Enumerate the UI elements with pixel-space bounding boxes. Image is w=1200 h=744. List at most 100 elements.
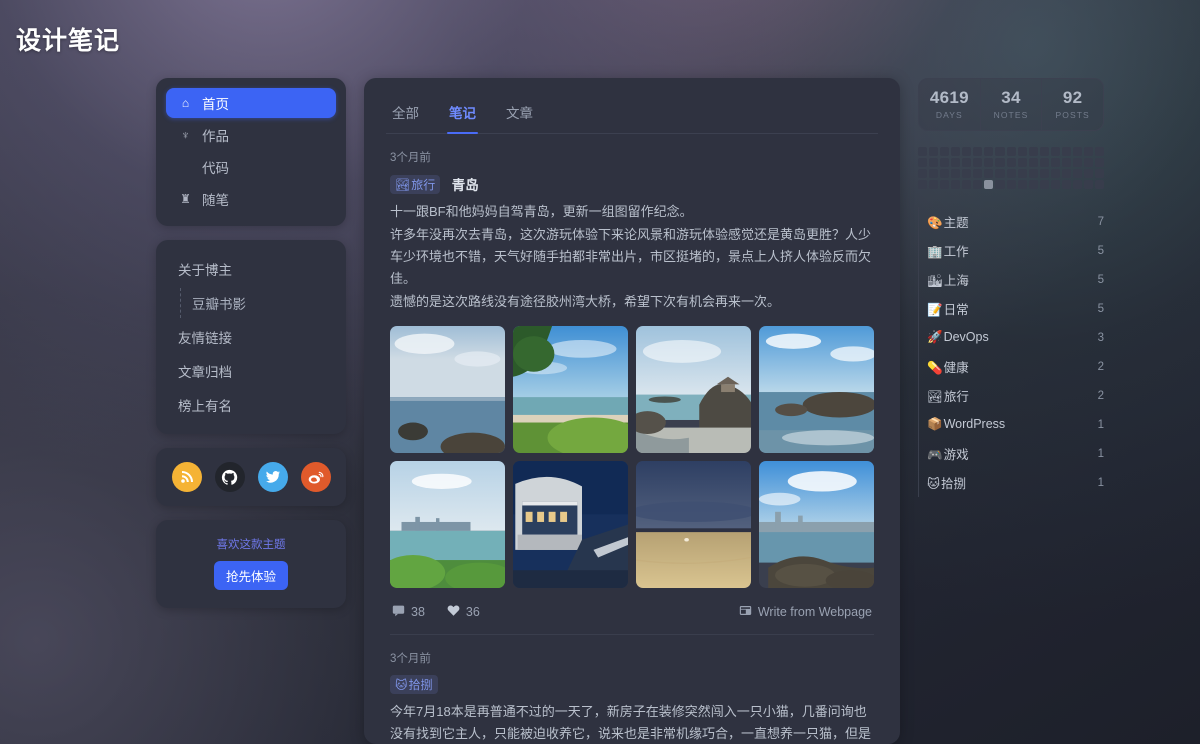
heatmap-cell[interactable] <box>995 180 1005 190</box>
heatmap-cell[interactable] <box>1072 169 1082 179</box>
heatmap-cell[interactable] <box>1050 147 1060 157</box>
sidebar-item-0[interactable]: ⌂ 首页 <box>166 88 336 118</box>
tab-2[interactable]: 文章 <box>504 96 535 133</box>
like-count[interactable]: 36 <box>447 604 480 620</box>
heatmap-cell[interactable] <box>1061 147 1071 157</box>
heatmap-cell[interactable] <box>1083 169 1093 179</box>
heatmap-cell[interactable] <box>929 180 939 190</box>
heatmap-cell[interactable] <box>1061 169 1071 179</box>
post-photo-5[interactable] <box>513 461 628 588</box>
heatmap-cell[interactable] <box>1072 180 1082 190</box>
heatmap-cell[interactable] <box>951 180 961 190</box>
heatmap-cell[interactable] <box>973 180 983 190</box>
heatmap-cell[interactable] <box>1039 147 1049 157</box>
heatmap-cell[interactable] <box>918 180 928 190</box>
heatmap-cell[interactable] <box>1006 147 1016 157</box>
try-theme-button[interactable]: 抢先体验 <box>213 561 288 590</box>
tab-1[interactable]: 笔记 <box>447 96 478 134</box>
heatmap-cell[interactable] <box>929 147 939 157</box>
post-title[interactable]: 青岛 <box>452 178 479 193</box>
heatmap-cell[interactable] <box>1061 158 1071 168</box>
post-source[interactable]: Write from Webpage <box>739 604 872 620</box>
heatmap-cell[interactable] <box>918 158 928 168</box>
heatmap-cell[interactable] <box>995 169 1005 179</box>
heatmap-cell[interactable] <box>940 180 950 190</box>
heatmap-cell[interactable] <box>1017 147 1027 157</box>
sidebar-link-0[interactable]: 关于博主 <box>166 252 336 286</box>
heatmap-cell[interactable] <box>1083 158 1093 168</box>
heatmap-cell[interactable] <box>1006 158 1016 168</box>
heatmap-cell[interactable] <box>1083 180 1093 190</box>
heatmap-cell[interactable] <box>918 169 928 179</box>
post-photo-3[interactable] <box>759 326 874 453</box>
heatmap-cell[interactable] <box>962 169 972 179</box>
heatmap-cell[interactable] <box>973 158 983 168</box>
heatmap-cell[interactable] <box>951 158 961 168</box>
tag-row-5[interactable]: 💊健康 2 <box>927 352 1104 381</box>
sidebar-link-3[interactable]: 文章归档 <box>166 354 336 388</box>
heatmap-cell[interactable] <box>1050 180 1060 190</box>
heatmap-cell[interactable] <box>1072 158 1082 168</box>
tag-row-9[interactable]: 🐱拾捌 1 <box>927 468 1104 497</box>
heatmap-cell[interactable] <box>995 158 1005 168</box>
post-tag[interactable]: 🐱拾捌 <box>390 675 438 694</box>
heatmap-cell[interactable] <box>1050 158 1060 168</box>
heatmap-cell[interactable] <box>929 158 939 168</box>
heatmap-cell[interactable] <box>1017 169 1027 179</box>
tag-row-6[interactable]: 🏞旅行 2 <box>927 381 1104 410</box>
heatmap-cell[interactable] <box>918 147 928 157</box>
heatmap-cell[interactable] <box>1039 180 1049 190</box>
heatmap-cell[interactable] <box>1006 180 1016 190</box>
heatmap-cell[interactable] <box>1050 169 1060 179</box>
sidebar-item-2[interactable]: 代码 <box>166 152 336 182</box>
sidebar-link-1[interactable]: 豆瓣书影 <box>166 286 336 320</box>
heatmap-cell[interactable] <box>940 147 950 157</box>
heatmap-cell[interactable] <box>1095 158 1105 168</box>
heatmap-cell[interactable] <box>962 147 972 157</box>
sidebar-link-2[interactable]: 友情链接 <box>166 320 336 354</box>
tag-row-1[interactable]: 🏢工作 5 <box>927 236 1104 265</box>
heatmap-cell[interactable] <box>1028 180 1038 190</box>
post-tag[interactable]: 🏞旅行 <box>390 174 441 194</box>
heatmap-cell[interactable] <box>984 158 994 168</box>
heatmap-cell[interactable] <box>1072 147 1082 157</box>
heatmap-cell[interactable] <box>1006 169 1016 179</box>
heatmap-cell[interactable] <box>1083 147 1093 157</box>
heatmap-cell[interactable] <box>995 147 1005 157</box>
heatmap-cell[interactable] <box>1017 158 1027 168</box>
heatmap-cell[interactable] <box>951 147 961 157</box>
heatmap-cell[interactable] <box>962 180 972 190</box>
heatmap-cell[interactable] <box>1017 180 1027 190</box>
heatmap-cell[interactable] <box>1095 147 1105 157</box>
post-photo-0[interactable] <box>390 326 505 453</box>
sidebar-item-1[interactable]: ♆ 作品 <box>166 120 336 150</box>
tag-row-0[interactable]: 🎨主题 7 <box>927 207 1104 236</box>
heatmap-cell[interactable] <box>1095 180 1105 190</box>
heatmap-cell[interactable] <box>1039 169 1049 179</box>
tab-0[interactable]: 全部 <box>390 96 421 133</box>
heatmap-cell[interactable] <box>1095 169 1105 179</box>
heatmap-cell[interactable] <box>1039 158 1049 168</box>
heatmap-cell[interactable] <box>973 147 983 157</box>
twitter-icon[interactable] <box>257 462 288 492</box>
heatmap-cell[interactable] <box>1028 147 1038 157</box>
heatmap-cell[interactable] <box>951 169 961 179</box>
heatmap-cell[interactable] <box>1028 169 1038 179</box>
heatmap-cell[interactable] <box>1061 180 1071 190</box>
post-photo-1[interactable] <box>513 326 628 453</box>
post-photo-7[interactable] <box>759 461 874 588</box>
sidebar-link-4[interactable]: 榜上有名 <box>166 388 336 422</box>
tag-row-2[interactable]: 🏙上海 5 <box>927 265 1104 294</box>
post-photo-6[interactable] <box>636 461 751 588</box>
comment-count[interactable]: 38 <box>392 604 425 620</box>
heatmap-cell[interactable] <box>940 169 950 179</box>
heatmap-cell[interactable] <box>929 169 939 179</box>
weibo-icon[interactable] <box>300 462 331 492</box>
heatmap-cell[interactable] <box>984 169 994 179</box>
tag-row-4[interactable]: 🚀DevOps 3 <box>927 323 1104 352</box>
tag-row-3[interactable]: 📝日常 5 <box>927 294 1104 323</box>
post-photo-2[interactable] <box>636 326 751 453</box>
heatmap-cell[interactable] <box>984 147 994 157</box>
heatmap-cell[interactable] <box>973 169 983 179</box>
sidebar-item-3[interactable]: ♜ 随笔 <box>166 184 336 214</box>
